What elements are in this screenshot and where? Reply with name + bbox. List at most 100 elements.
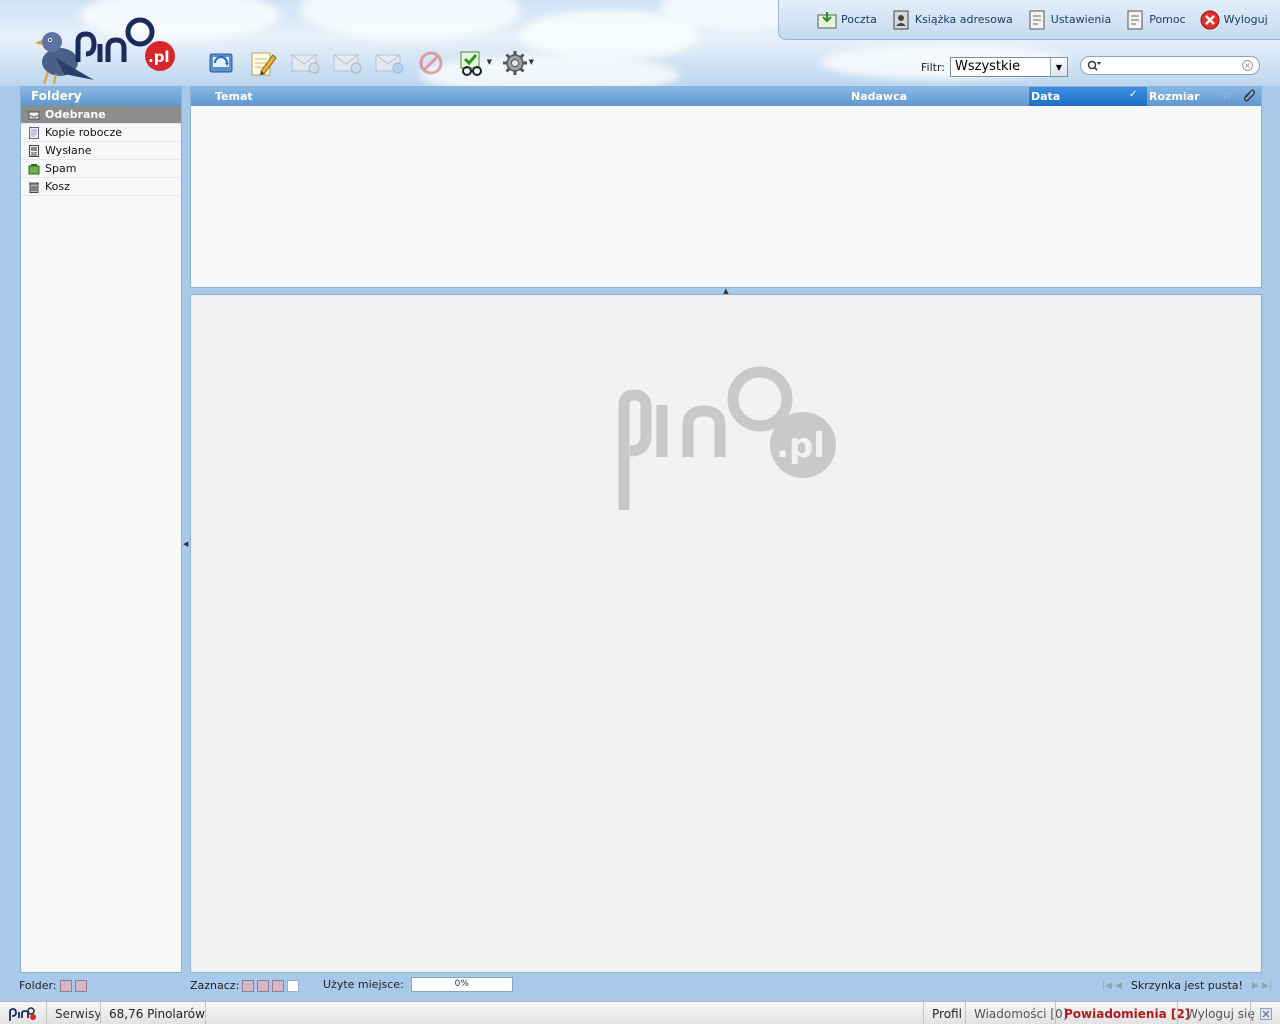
reply-all-button[interactable] <box>331 48 363 78</box>
header: .pl ▼ ▼ Poczta Książka adresowa Ustawien… <box>0 0 1280 86</box>
toolbar: ▼ ▼ <box>205 48 534 80</box>
filter-selected-value: Wszystkie <box>955 59 1021 74</box>
profile-link[interactable]: Profil <box>923 1002 970 1024</box>
message-list: Temat Nadawca Data ✓ Rozmiar ☆ <box>190 86 1262 288</box>
column-date[interactable]: Data <box>1031 90 1060 103</box>
mailbox-empty-message: Skrzynka jest pusta! <box>1130 979 1243 992</box>
delete-button[interactable] <box>415 48 447 78</box>
drafts-icon <box>29 126 39 139</box>
nav-poczta[interactable]: Poczta <box>817 10 877 30</box>
reply-button[interactable] <box>289 48 321 78</box>
nav-address-book[interactable]: Książka adresowa <box>891 10 1013 30</box>
address-book-icon <box>891 10 911 30</box>
pino-mini-logo-icon <box>9 1006 36 1021</box>
close-bar-icon[interactable] <box>1250 1002 1280 1024</box>
folder-kosz[interactable]: Kosz <box>21 178 181 196</box>
sort-check-icon: ✓ <box>1129 89 1138 100</box>
folder-spam-label: Spam <box>45 162 77 175</box>
attachment-icon[interactable] <box>1243 88 1255 105</box>
folder-kosz-label: Kosz <box>45 180 70 193</box>
filter-label: Filtr: <box>921 61 945 74</box>
bottom-bar-spacer <box>205 1002 923 1024</box>
forward-button[interactable] <box>373 48 405 78</box>
folders-panel: Foldery Odebrane Kopie robocze Wysłane S… <box>20 86 182 973</box>
folder-actions: Folder: <box>19 979 87 992</box>
svg-text:.pl: .pl <box>148 48 170 66</box>
column-sender[interactable]: Nadawca <box>851 90 907 103</box>
column-size[interactable]: Rozmiar <box>1149 90 1200 103</box>
pino-logo[interactable]: .pl <box>34 14 184 86</box>
mail-download-icon <box>817 10 837 30</box>
folder-odebrane[interactable]: Odebrane <box>21 106 181 124</box>
star-icon[interactable]: ☆ <box>1221 88 1233 103</box>
select-actions: Zaznacz: <box>190 979 300 992</box>
select-actions-label: Zaznacz: <box>190 979 240 992</box>
select-all-icon[interactable] <box>242 979 255 992</box>
nav-address-book-label: Książka adresowa <box>914 13 1013 26</box>
quota-indicator: Użyte miejsce: 0% <box>323 977 513 992</box>
dropdown-arrow-icon: ▼ <box>528 58 534 66</box>
select-none-icon[interactable] <box>287 979 300 992</box>
quota-label: Użyte miejsce: <box>323 978 404 991</box>
help-doc-icon <box>1125 10 1145 30</box>
sent-icon <box>29 144 39 157</box>
mark-button[interactable]: ▼ <box>457 48 492 78</box>
clear-search-icon[interactable]: × <box>1242 60 1253 71</box>
nav-settings-label: Ustawienia <box>1050 13 1112 26</box>
status-bar: Folder: Zaznacz: Użyte miejsce: 0% |◀ ◀ … <box>0 975 1280 997</box>
folder-block-icon[interactable] <box>74 979 87 992</box>
folders-title: Foldery <box>21 87 181 106</box>
pino-watermark-logo: .pl <box>618 366 836 510</box>
preview-pane: .pl <box>190 294 1262 973</box>
message-list-header: Temat Nadawca Data ✓ Rozmiar ☆ <box>191 87 1261 106</box>
inbox-icon <box>28 111 40 119</box>
pager: |◀ ◀ Skrzynka jest pusta! ▶ ▶| <box>1102 979 1272 992</box>
select-unread-icon[interactable] <box>257 979 270 992</box>
logout-red-x-icon <box>1200 10 1220 30</box>
last-page-icon[interactable]: ▶| <box>1262 981 1272 991</box>
nav-logout-label: Wyloguj <box>1223 13 1268 26</box>
bottom-bar: Serwisy 68,76 Pinolarów Profil Wiadomośc… <box>0 1001 1280 1024</box>
next-page-icon[interactable]: ▶ <box>1252 981 1259 991</box>
nav-logout[interactable]: Wyloguj <box>1200 10 1268 30</box>
vertical-splitter-handle[interactable]: ◀ <box>183 540 188 548</box>
chevron-down-icon[interactable]: ▼ <box>1050 58 1067 76</box>
reply-envelope-icon <box>291 54 320 74</box>
nav-poczta-label: Poczta <box>841 13 877 26</box>
folder-empty-icon[interactable] <box>59 979 72 992</box>
quota-bar: 0% <box>410 977 513 992</box>
folder-kopie-robocze[interactable]: Kopie robocze <box>21 124 181 142</box>
compose-button[interactable] <box>247 48 279 78</box>
check-mail-button[interactable] <box>205 48 237 78</box>
search-input[interactable] <box>1105 59 1242 72</box>
reply-all-envelope-icon <box>333 54 362 74</box>
select-invert-icon[interactable] <box>272 979 285 992</box>
options-button[interactable]: ▼ <box>499 48 534 78</box>
filter-select[interactable]: Wszystkie ▼ <box>950 57 1068 77</box>
search-box: × <box>1080 56 1260 75</box>
spam-icon <box>28 163 40 174</box>
dropdown-arrow-icon: ▼ <box>486 58 492 66</box>
svg-text:.pl: .pl <box>776 426 825 466</box>
receive-mail-icon <box>209 53 233 73</box>
folder-kopie-robocze-label: Kopie robocze <box>45 126 123 139</box>
column-subject[interactable]: Temat <box>215 90 253 103</box>
folder-actions-label: Folder: <box>19 979 57 992</box>
first-page-icon[interactable]: |◀ <box>1102 981 1112 991</box>
folder-wyslane-label: Wysłane <box>45 144 92 157</box>
trash-icon <box>29 182 39 193</box>
folder-spam[interactable]: Spam <box>21 160 181 178</box>
search-icon[interactable] <box>1087 60 1101 72</box>
no-entry-icon <box>419 51 443 75</box>
pencil-compose-icon <box>251 52 277 76</box>
mark-read-glasses-icon <box>460 51 482 76</box>
settings-doc-icon <box>1027 10 1047 30</box>
pino-mini-logo[interactable] <box>0 1002 46 1024</box>
nav-settings[interactable]: Ustawienia <box>1027 10 1111 30</box>
prev-page-icon[interactable]: ◀ <box>1115 981 1122 991</box>
nav-help[interactable]: Pomoc <box>1125 10 1186 30</box>
top-navigation: Poczta Książka adresowa Ustawienia Pomoc… <box>778 0 1280 40</box>
gear-icon <box>503 51 527 75</box>
balance-display[interactable]: 68,76 Pinolarów <box>100 1002 213 1024</box>
folder-wyslane[interactable]: Wysłane <box>21 142 181 160</box>
